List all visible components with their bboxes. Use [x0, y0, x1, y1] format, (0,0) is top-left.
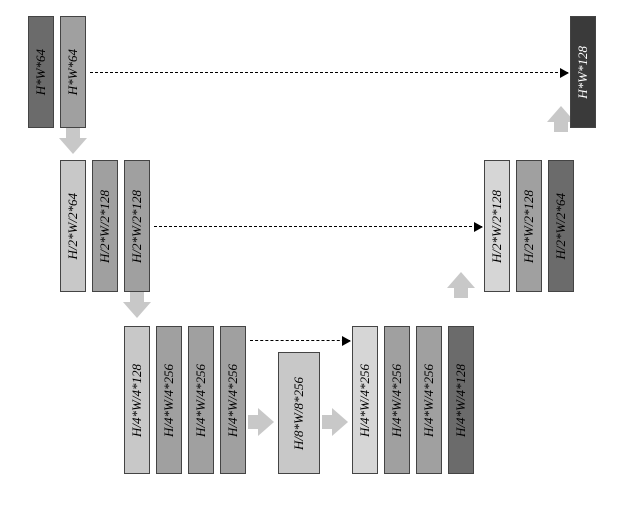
block-label: H/8*W/8*256	[291, 377, 307, 450]
arrow-head-icon	[342, 336, 351, 346]
dec-l2-block-2: H/4*W/4*256	[416, 326, 442, 474]
dec-l1-block-1: H/2*W/2*128	[516, 160, 542, 292]
block-label: H*W*64	[65, 49, 81, 95]
block-label: H/4*W/4*256	[161, 364, 177, 437]
enc-l1-block-2: H/2*W/2*128	[124, 160, 150, 292]
block-label: H/2*W/2*128	[521, 190, 537, 263]
enc-l1-block-1: H/2*W/2*128	[92, 160, 118, 292]
skip-dashed-l1	[154, 226, 482, 227]
enc-l2-block-3: H/4*W/4*256	[220, 326, 246, 474]
block-label: H/4*W/4*128	[129, 364, 145, 437]
skip-dashed-l0	[90, 72, 568, 73]
block-label: H/2*W/2*64	[553, 193, 569, 259]
dec-l2-block-0: H/4*W/4*256	[352, 326, 378, 474]
skip-dashed-l2	[250, 340, 350, 341]
dec-l0-block-0: H*W*128	[570, 16, 596, 128]
bottleneck-block: H/8*W/8*256	[278, 352, 320, 474]
dec-l1-block-2: H/2*W/2*64	[548, 160, 574, 292]
enc-l2-block-1: H/4*W/4*256	[156, 326, 182, 474]
enc-l0-block-0: H*W*64	[28, 16, 54, 128]
enc-l2-block-2: H/4*W/4*256	[188, 326, 214, 474]
block-label: H/2*W/2*128	[129, 190, 145, 263]
block-label: H/4*W/4*256	[225, 364, 241, 437]
block-label: H/2*W/2*64	[65, 193, 81, 259]
block-label: H/2*W/2*128	[489, 190, 505, 263]
block-label: H/2*W/2*128	[97, 190, 113, 263]
arrow-head-icon	[474, 222, 483, 232]
block-label: H/4*W/4*256	[357, 364, 373, 437]
arrow-head-icon	[560, 68, 569, 78]
dec-l2-block-1: H/4*W/4*256	[384, 326, 410, 474]
block-label: H/4*W/4*128	[453, 364, 469, 437]
block-label: H/4*W/4*256	[389, 364, 405, 437]
enc-l2-block-0: H/4*W/4*128	[124, 326, 150, 474]
block-label: H*W*128	[575, 46, 591, 99]
block-label: H/4*W/4*256	[193, 364, 209, 437]
block-label: H/4*W/4*256	[421, 364, 437, 437]
block-label: H*W*64	[33, 49, 49, 95]
dec-l2-block-3: H/4*W/4*128	[448, 326, 474, 474]
enc-l0-block-1: H*W*64	[60, 16, 86, 128]
dec-l1-block-0: H/2*W/2*128	[484, 160, 510, 292]
enc-l1-block-0: H/2*W/2*64	[60, 160, 86, 292]
